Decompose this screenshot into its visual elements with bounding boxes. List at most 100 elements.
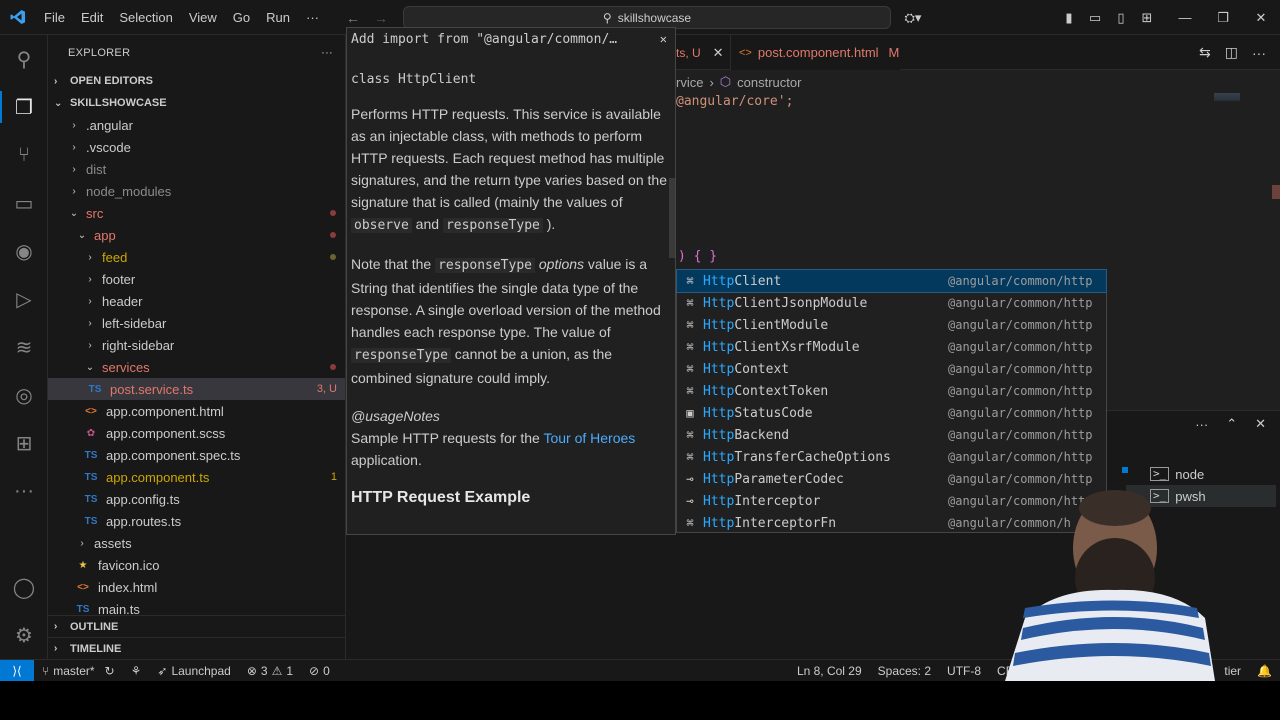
gitlens-status-icon[interactable]: ⚘ — [123, 664, 150, 678]
menu-view[interactable]: View — [181, 0, 225, 35]
toggle-panel-icon[interactable]: ▭ — [1082, 0, 1108, 35]
breadcrumb-symbol[interactable]: constructor — [737, 75, 801, 90]
workspace-root-section[interactable]: ⌄ SKILLSHOWCASE — [48, 92, 345, 114]
accounts-icon[interactable]: ◯ — [0, 563, 48, 611]
tree-file[interactable]: TS app.config.ts — [48, 488, 345, 510]
close-tab-icon[interactable]: ✕ — [713, 45, 724, 61]
menu-file[interactable]: File — [36, 0, 73, 35]
tour-of-heroes-link[interactable]: Tour of Heroes — [543, 430, 635, 446]
add-import-action[interactable]: Add import from "@angular/common/… — [351, 32, 617, 47]
tree-folder[interactable]: › feed — [48, 246, 345, 268]
tree-folder[interactable]: › dist — [48, 158, 345, 180]
compare-changes-icon[interactable]: ⇆ — [1199, 44, 1211, 61]
forward-arrow-icon[interactable]: → — [374, 10, 388, 26]
suggestion-item[interactable]: ⌘ HttpContextToken @angular/common/http — [677, 380, 1106, 402]
tree-file[interactable]: ★ favicon.ico — [48, 554, 345, 576]
explorer-icon[interactable]: ❐ — [0, 83, 48, 131]
run-debug-icon[interactable]: ▷ — [0, 275, 48, 323]
menu-run[interactable]: Run — [258, 0, 298, 35]
panel-actions: ··· ⌃ ✕ — [1195, 411, 1266, 437]
suggestion-item[interactable]: ▣ HttpStatusCode @angular/common/http — [677, 402, 1106, 424]
menu-edit[interactable]: Edit — [73, 0, 111, 35]
close-hover-icon[interactable]: ✕ — [660, 32, 667, 46]
maximize-panel-icon[interactable]: ⌃ — [1226, 416, 1237, 432]
suggestion-detail: @angular/common/http — [948, 450, 1093, 464]
more-menu-icon[interactable]: ··· — [298, 0, 327, 35]
minimize-icon[interactable]: — — [1166, 0, 1204, 35]
suggestion-item[interactable]: ⌘ HttpClientJsonpModule @angular/common/ht… — [677, 292, 1106, 314]
suggestion-item[interactable]: ⌘ HttpContext @angular/common/http — [677, 358, 1106, 380]
suggestion-item[interactable]: ⌘ HttpTransferCacheOptions @angular/common… — [677, 446, 1106, 468]
tree-folder[interactable]: › .vscode — [48, 136, 345, 158]
docker-icon[interactable]: ≋ — [0, 323, 48, 371]
more-views-icon[interactable]: ··· — [0, 467, 48, 515]
tree-folder[interactable]: ⌄ app — [48, 224, 345, 246]
tree-folder[interactable]: › footer — [48, 268, 345, 290]
tree-file[interactable]: TS post.service.ts 3, U — [48, 378, 345, 400]
explorer-more-icon[interactable]: ··· — [321, 47, 333, 59]
tab-post-service[interactable]: ts, U ✕ — [676, 35, 724, 70]
source-control-icon[interactable]: ⑂ — [0, 131, 48, 179]
search-view-icon[interactable]: ⚲ — [0, 35, 48, 83]
suggestion-item[interactable]: ⌘ HttpClientXsrfModule @angular/common/htt… — [677, 336, 1106, 358]
launchpad-item[interactable]: ➶ Launchpad — [149, 664, 238, 678]
tree-file[interactable]: TS app.component.ts 1 — [48, 466, 345, 488]
tree-folder[interactable]: › assets — [48, 532, 345, 554]
github-icon[interactable]: ◉ — [0, 227, 48, 275]
panel-more-icon[interactable]: ··· — [1195, 417, 1208, 432]
problems-indicator[interactable]: ⊗ 3 ⚠ 1 — [239, 664, 301, 678]
remote-indicator-icon[interactable]: ⟩⟨ — [0, 659, 34, 682]
copilot-icon[interactable]: ⛭▾ — [900, 0, 926, 35]
tree-folder[interactable]: › left-sidebar — [48, 312, 345, 334]
editor-more-icon[interactable]: ··· — [1252, 45, 1266, 61]
tree-file[interactable]: <> index.html — [48, 576, 345, 598]
command-center[interactable]: ⚲ skillshowcase — [403, 6, 891, 29]
split-editor-icon[interactable]: ◫ — [1225, 44, 1238, 61]
explorer-sidebar: EXPLORER ··· › OPEN EDITORS ⌄ SKILLSHOWC… — [48, 35, 346, 659]
branch-indicator[interactable]: ⑂ master* ↻ — [34, 664, 123, 678]
menu-selection[interactable]: Selection — [111, 0, 180, 35]
close-panel-icon[interactable]: ✕ — [1255, 416, 1266, 432]
toggle-primary-sidebar-icon[interactable]: ▮ — [1056, 0, 1082, 35]
tree-folder[interactable]: › .angular — [48, 114, 345, 136]
code-import-line[interactable]: @angular/core'; — [676, 94, 793, 109]
tree-file[interactable]: TS app.component.spec.ts — [48, 444, 345, 466]
suggestion-item[interactable]: ⌘ HttpClient @angular/common/http — [676, 269, 1107, 293]
tree-folder[interactable]: ⌄ services — [48, 356, 345, 378]
tree-file[interactable]: ✿ app.component.scss — [48, 422, 345, 444]
minimap[interactable] — [1214, 93, 1240, 101]
manage-gear-icon[interactable]: ⚙ — [0, 611, 48, 659]
back-arrow-icon[interactable]: ← — [346, 10, 360, 26]
breadcrumb-item[interactable]: rvice — [676, 75, 703, 90]
toggle-secondary-sidebar-icon[interactable]: ▯ — [1108, 0, 1134, 35]
tree-file[interactable]: TS app.routes.ts — [48, 510, 345, 532]
extensions-icon[interactable]: ⊞ — [0, 419, 48, 467]
gitlens-icon[interactable]: ◎ — [0, 371, 48, 419]
suggestion-item[interactable]: ⌘ HttpClientModule @angular/common/http — [677, 314, 1106, 336]
remote-explorer-icon[interactable]: ▭ — [0, 179, 48, 227]
suggestion-item[interactable]: ⌘ HttpBackend @angular/common/http — [677, 424, 1106, 446]
restore-icon[interactable]: ❐ — [1204, 0, 1242, 35]
code-constructor-body[interactable]: ) { } — [678, 249, 717, 264]
timeline-section[interactable]: › TIMELINE — [48, 637, 345, 659]
tree-folder[interactable]: ⌄ src — [48, 202, 345, 224]
indentation[interactable]: Spaces: 2 — [870, 664, 939, 678]
outline-section[interactable]: › OUTLINE — [48, 615, 345, 637]
hover-scrollbar[interactable] — [669, 178, 675, 258]
notifications-bell-icon[interactable]: 🔔 — [1249, 664, 1280, 678]
customize-layout-icon[interactable]: ⊞ — [1134, 0, 1160, 35]
close-window-icon[interactable]: ✕ — [1242, 0, 1280, 35]
tree-file[interactable]: <> app.component.html — [48, 400, 345, 422]
menu-go[interactable]: Go — [225, 0, 258, 35]
tree-folder[interactable]: › header — [48, 290, 345, 312]
tree-folder[interactable]: › right-sidebar — [48, 334, 345, 356]
cursor-position[interactable]: Ln 8, Col 29 — [789, 664, 870, 678]
status-extra[interactable]: tier — [1216, 664, 1249, 678]
tree-item-label: app.component.spec.ts — [106, 447, 241, 463]
sync-icon[interactable]: ↻ — [105, 664, 115, 678]
quick-fix-status[interactable]: Add import from "@angular/common/… ✕ — [347, 28, 675, 50]
tree-folder[interactable]: › node_modules — [48, 180, 345, 202]
tab-post-component-html[interactable]: <> post.component.html M — [730, 35, 900, 70]
open-editors-section[interactable]: › OPEN EDITORS — [48, 70, 345, 92]
ports-indicator[interactable]: ⊘ 0 — [301, 664, 338, 678]
